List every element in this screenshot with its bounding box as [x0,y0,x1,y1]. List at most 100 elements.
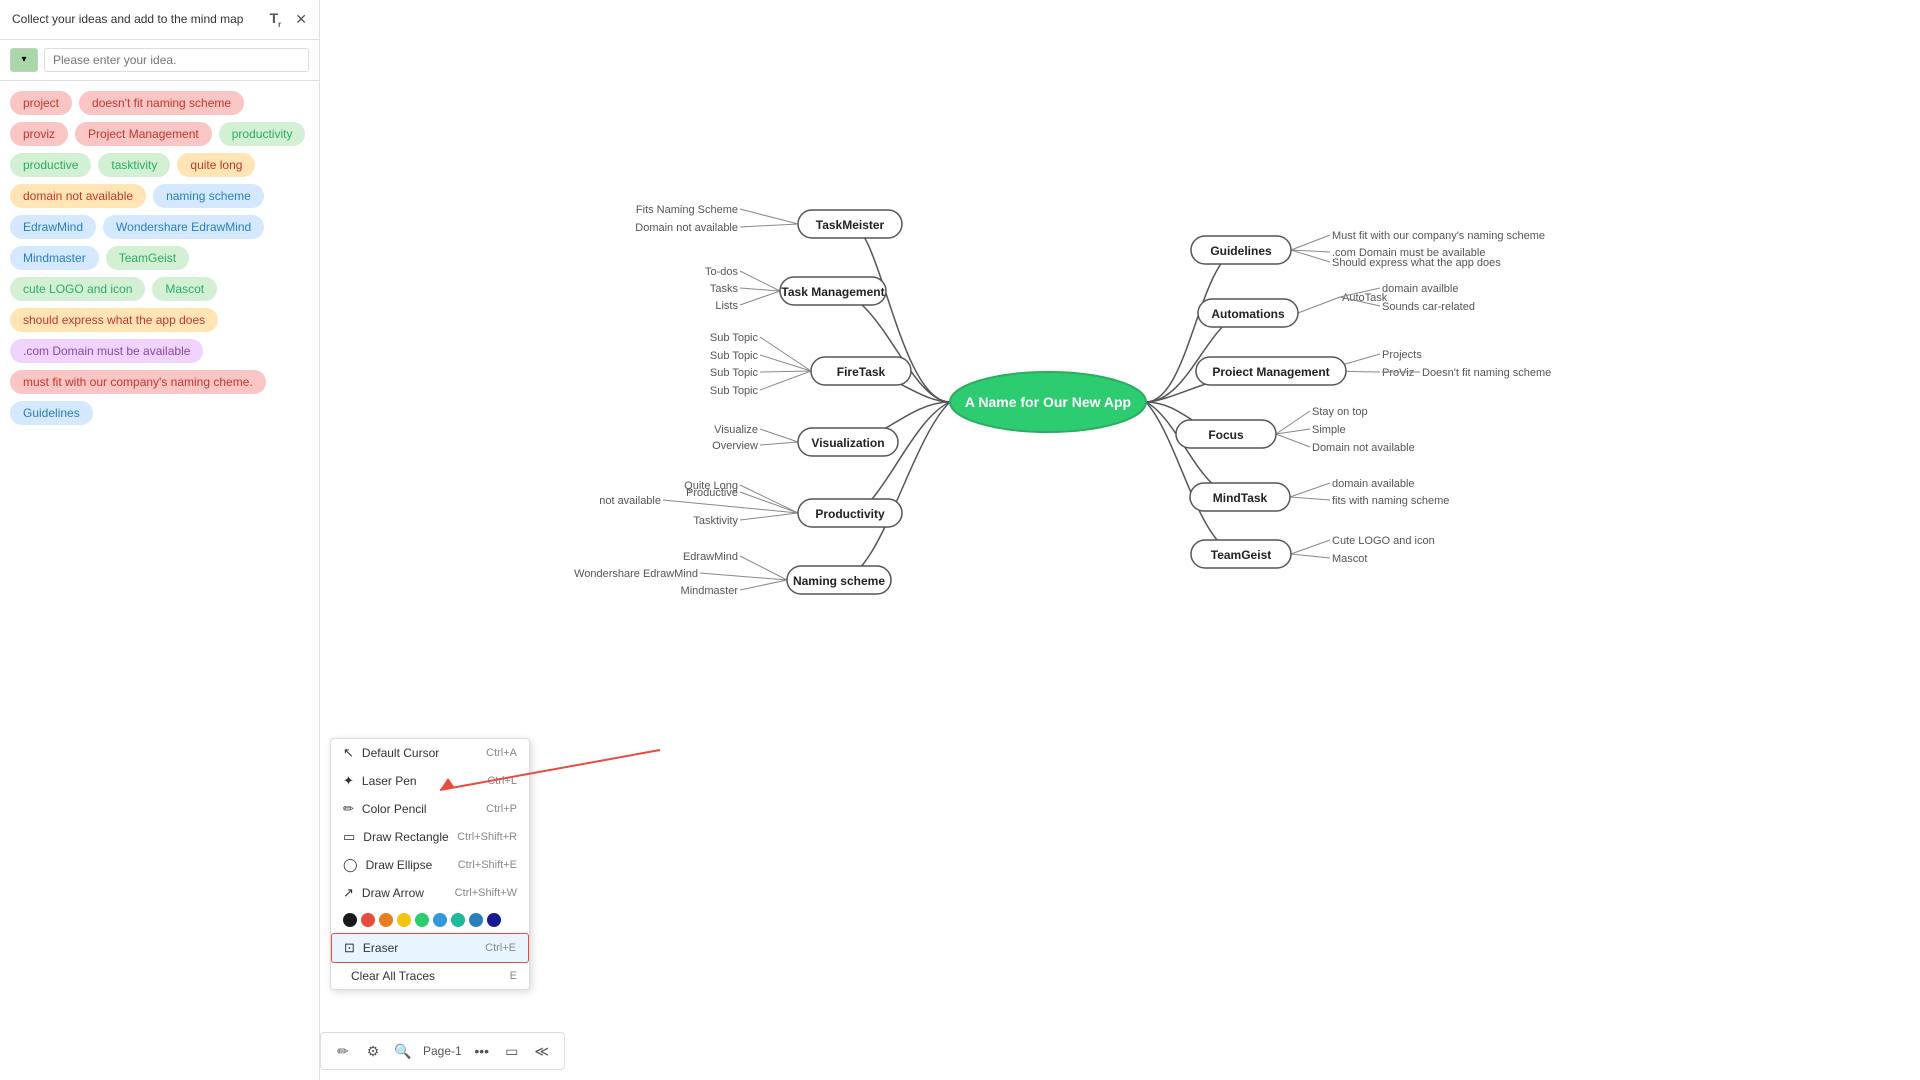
svg-text:EdrawMind: EdrawMind [683,551,738,563]
color-green[interactable] [415,913,429,927]
svg-text:Productive: Productive [686,487,738,499]
tag-item[interactable]: should express what the app does [10,308,218,332]
svg-text:Domain not available: Domain not available [635,222,738,234]
menu-item-draw-arrow[interactable]: ↗ Draw Arrow Ctrl+Shift+W [331,879,529,907]
menu-item-eraser[interactable]: ⊡ Eraser Ctrl+E [331,933,529,963]
tag-item[interactable]: EdrawMind [10,215,96,239]
svg-text:TaskMeister: TaskMeister [816,218,885,232]
more-options-button[interactable]: ••• [468,1037,496,1065]
menu-item-draw-rectangle[interactable]: ▭ Draw Rectangle Ctrl+Shift+R [331,823,529,851]
svg-text:Domain not available: Domain not available [1312,442,1415,454]
menu-item-color-pencil[interactable]: ✏ Color Pencil Ctrl+P [331,795,529,823]
zoom-button[interactable]: 🔍 [389,1037,417,1065]
svg-text:Should express what the app do: Should express what the app does [1332,257,1501,269]
pencil-icon: ✏ [343,801,354,817]
color-blue[interactable] [469,913,483,927]
rect-icon: ▭ [343,829,355,845]
shortcut-eraser: Ctrl+E [485,942,516,954]
page-label: Page-1 [419,1044,466,1058]
shortcut-draw-ellipse: Ctrl+Shift+E [458,859,517,871]
svg-text:Automations: Automations [1211,307,1285,321]
tag-item[interactable]: TeamGeist [106,246,189,270]
tag-item[interactable]: Mindmaster [10,246,99,270]
tag-item[interactable]: Project Management [75,122,212,146]
menu-label-clear-traces: Clear All Traces [351,969,435,983]
pen-tool-button[interactable]: ✏ [329,1037,357,1065]
color-red[interactable] [361,913,375,927]
idea-input[interactable] [44,48,309,72]
svg-text:MindTask: MindTask [1213,491,1268,505]
svg-text:Cute LOGO and icon: Cute LOGO and icon [1332,535,1435,547]
svg-text:Mindmaster: Mindmaster [681,585,739,597]
svg-text:Sub Topic: Sub Topic [710,385,759,397]
svg-text:Tasktivity: Tasktivity [693,515,738,527]
svg-text:Proiect Management: Proiect Management [1212,365,1329,379]
svg-text:Sub Topic: Sub Topic [710,332,759,344]
panel-title: Collect your ideas and add to the mind m… [12,12,270,26]
tag-item[interactable]: quite long [177,153,255,177]
tag-item[interactable]: Wondershare EdrawMind [103,215,264,239]
svg-text:fits with naming scheme: fits with naming scheme [1332,495,1449,507]
tag-item[interactable]: productivity [219,122,306,146]
svg-text:TeamGeist: TeamGeist [1211,548,1271,562]
settings-button[interactable]: ⚙ [359,1037,387,1065]
svg-text:Lists: Lists [715,300,738,312]
tag-item[interactable]: proviz [10,122,68,146]
tags-area: project doesn't fit naming scheme proviz Pr… [0,81,319,1080]
shortcut-color-pencil: Ctrl+P [486,803,517,815]
svg-text:Focus: Focus [1208,428,1244,442]
tag-item[interactable]: Mascot [152,277,217,301]
svg-text:Simple: Simple [1312,424,1346,436]
svg-text:Productivity: Productivity [815,507,885,521]
color-row [331,907,529,933]
shortcut-draw-rectangle: Ctrl+Shift+R [457,831,517,843]
menu-label-draw-rectangle: Draw Rectangle [363,830,448,844]
cursor-icon: ↖ [343,745,354,761]
tag-item[interactable]: Guidelines [10,401,93,425]
text-format-icon[interactable]: Tr [270,10,282,29]
tag-item[interactable]: .com Domain must be available [10,339,203,363]
close-panel-icon[interactable]: ✕ [295,11,307,28]
svg-text:not available: not available [599,495,661,507]
context-menu: ↖ Default Cursor Ctrl+A ✦ Laser Pen Ctrl… [330,738,530,990]
tag-item[interactable]: domain not available [10,184,146,208]
svg-text:Stay on top: Stay on top [1312,406,1368,418]
svg-text:domain available: domain available [1332,478,1415,490]
svg-text:Visualize: Visualize [714,424,758,436]
svg-text:Visualization: Visualization [811,436,884,450]
tag-item[interactable]: tasktivity [98,153,170,177]
tag-item[interactable]: must fit with our company's naming cheme… [10,370,266,394]
menu-label-laser-pen: Laser Pen [362,774,417,788]
menu-item-default-cursor[interactable]: ↖ Default Cursor Ctrl+A [331,739,529,767]
menu-item-laser-pen[interactable]: ✦ Laser Pen Ctrl+L [331,767,529,795]
tag-item[interactable]: cute LOGO and icon [10,277,145,301]
svg-text:Sub Topic: Sub Topic [710,350,759,362]
shortcut-default-cursor: Ctrl+A [486,747,517,759]
tag-item[interactable]: productive [10,153,91,177]
menu-label-draw-arrow: Draw Arrow [362,886,424,900]
svg-text:Sounds car-related: Sounds car-related [1382,301,1475,313]
tag-item[interactable]: doesn't fit naming scheme [79,91,244,115]
color-dark-blue[interactable] [487,913,501,927]
svg-text:Sub Topic: Sub Topic [710,367,759,379]
arrow-draw-icon: ↗ [343,885,354,901]
color-black[interactable] [343,913,357,927]
panel-header-icons: Tr ✕ [270,10,307,29]
color-teal[interactable] [451,913,465,927]
svg-text:To-dos: To-dos [705,266,739,278]
tag-item[interactable]: naming scheme [153,184,264,208]
input-row: ▾ [0,40,319,81]
collapse-button[interactable]: ≪ [528,1037,556,1065]
menu-label-color-pencil: Color Pencil [362,802,427,816]
color-light-blue[interactable] [433,913,447,927]
color-orange[interactable] [379,913,393,927]
tag-item[interactable]: project [10,91,72,115]
tag-color-swatch[interactable]: ▾ [10,48,38,72]
menu-item-clear-traces[interactable]: Clear All Traces E [331,963,529,989]
svg-text:A Name for Our New App: A Name for Our New App [965,394,1131,410]
menu-item-draw-ellipse[interactable]: ◯ Draw Ellipse Ctrl+Shift+E [331,851,529,879]
frame-button[interactable]: ▭ [498,1037,526,1065]
color-yellow[interactable] [397,913,411,927]
svg-text:Wondershare EdrawMind: Wondershare EdrawMind [574,568,698,580]
menu-label-default-cursor: Default Cursor [362,746,439,760]
